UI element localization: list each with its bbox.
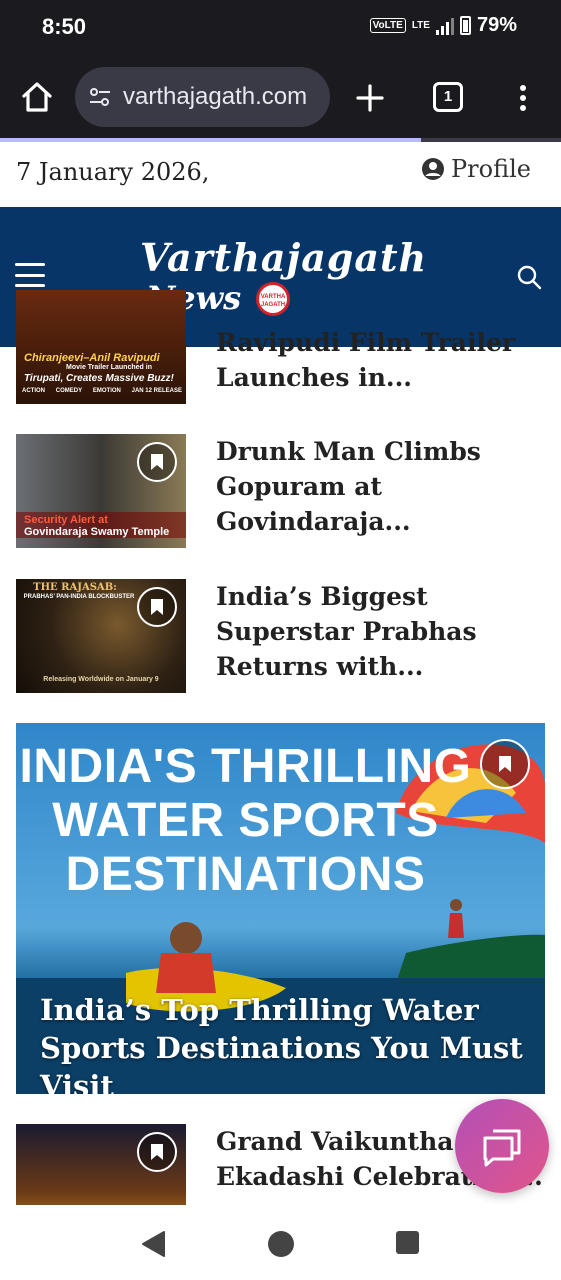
date-profile-strip: 7 January 2026, Profile xyxy=(0,142,561,207)
signal-icon xyxy=(435,17,454,35)
status-indicators: VoLTE LTE 79% xyxy=(369,14,517,37)
home-icon[interactable] xyxy=(18,78,56,116)
bookmark-icon xyxy=(499,756,511,772)
battery-percent: 79% xyxy=(476,14,517,36)
current-date: 7 January 2026, xyxy=(16,158,210,186)
bookmark-icon xyxy=(151,599,163,615)
article-thumbnail[interactable]: THE RAJASAB: PRABHAS’ PAN-INDIA BLOCKBUS… xyxy=(16,579,186,693)
article-title[interactable]: India’s Biggest Superstar Prabhas Return… xyxy=(216,579,546,684)
volte-icon: VoLTE xyxy=(369,18,406,33)
featured-banner-line2: WATER SPORTS xyxy=(52,794,439,847)
bookmark-icon xyxy=(151,454,163,470)
battery-icon xyxy=(459,16,471,35)
bookmark-icon xyxy=(151,1144,163,1160)
thumb-caption-line3: Releasing Worldwide on January 9 xyxy=(43,676,159,683)
thumb-caption-line3: Tirupati, Creates Massive Buzz! xyxy=(24,373,174,384)
thumb-caption-line2: Govindaraja Swamy Temple xyxy=(24,526,170,538)
featured-banner-line1: INDIA'S THRILLING xyxy=(19,740,472,793)
status-bar: 8:50 VoLTE LTE 79% xyxy=(0,0,561,58)
thumb-caption-line1: THE RAJASAB: xyxy=(33,582,117,593)
system-nav-bar xyxy=(0,1205,561,1280)
profile-label: Profile xyxy=(451,155,531,183)
chat-button[interactable] xyxy=(455,1099,549,1193)
thumb-caption-line2: PRABHAS’ PAN-INDIA BLOCKBUSTER xyxy=(23,594,135,600)
lte-icon: LTE xyxy=(411,19,430,31)
thumb-caption-line2: Movie Trailer Launched in xyxy=(66,364,152,371)
logo-title: Varthajagath xyxy=(140,235,428,280)
recents-icon[interactable] xyxy=(396,1231,419,1254)
profile-link[interactable]: Profile xyxy=(421,155,531,183)
featured-banner-text: INDIA'S THRILLING WATER SPORTS DESTINATI… xyxy=(16,743,545,899)
thumb-tag: COMEDY xyxy=(55,388,83,394)
bookmark-button[interactable] xyxy=(137,442,177,482)
bookmark-button[interactable] xyxy=(137,587,177,627)
bookmark-button[interactable] xyxy=(137,1132,177,1172)
back-icon[interactable] xyxy=(140,1230,166,1258)
thumb-tags: ACTION COMEDY EMOTION JAN 12 RELEASE xyxy=(22,388,182,395)
home-circle-icon[interactable] xyxy=(268,1231,294,1257)
status-time: 8:50 xyxy=(42,14,87,39)
plus-icon[interactable] xyxy=(352,80,388,116)
article-thumbnail[interactable] xyxy=(16,1124,186,1205)
chat-icon xyxy=(483,1129,521,1167)
hamburger-icon[interactable] xyxy=(15,263,45,287)
featured-article[interactable]: INDIA'S THRILLING WATER SPORTS DESTINATI… xyxy=(16,723,545,1094)
list-item[interactable]: THE RAJASAB: PRABHAS’ PAN-INDIA BLOCKBUS… xyxy=(16,579,546,693)
article-title[interactable]: Drunk Man Climbs Gopuram at Govindaraja.… xyxy=(216,434,546,539)
more-vert-icon[interactable] xyxy=(511,80,535,116)
tabs-icon[interactable]: 1 xyxy=(433,82,463,112)
article-thumbnail[interactable]: Security Alert at Govindaraja Swamy Temp… xyxy=(16,434,186,548)
article-title[interactable]: Ravipudi Film Trailer Launches in... xyxy=(216,325,546,395)
bookmark-button[interactable] xyxy=(480,739,530,789)
thumb-caption-line1: Security Alert at xyxy=(24,514,108,526)
thumb-tag: ACTION xyxy=(22,388,45,394)
list-item[interactable]: Security Alert at Govindaraja Swamy Temp… xyxy=(16,434,546,548)
user-icon xyxy=(422,158,444,180)
search-icon[interactable] xyxy=(516,264,542,290)
browser-toolbar: varthajagath.com 1 xyxy=(0,58,561,140)
featured-banner-line3: DESTINATIONS xyxy=(65,848,426,901)
tune-icon[interactable] xyxy=(87,84,113,110)
url-text: varthajagath.com xyxy=(123,83,308,110)
address-bar[interactable]: varthajagath.com xyxy=(75,67,330,127)
list-item[interactable]: Chiranjeevi–Anil Ravipudi Movie Trailer … xyxy=(16,290,546,404)
thumb-tag: EMOTION xyxy=(92,388,121,394)
featured-title[interactable]: India’s Top Thrilling Water Sports Desti… xyxy=(40,991,540,1094)
article-thumbnail[interactable]: Chiranjeevi–Anil Ravipudi Movie Trailer … xyxy=(16,290,186,404)
thumb-caption-line1: Chiranjeevi–Anil Ravipudi xyxy=(24,352,160,364)
thumb-tag: JAN 12 RELEASE xyxy=(131,388,182,394)
